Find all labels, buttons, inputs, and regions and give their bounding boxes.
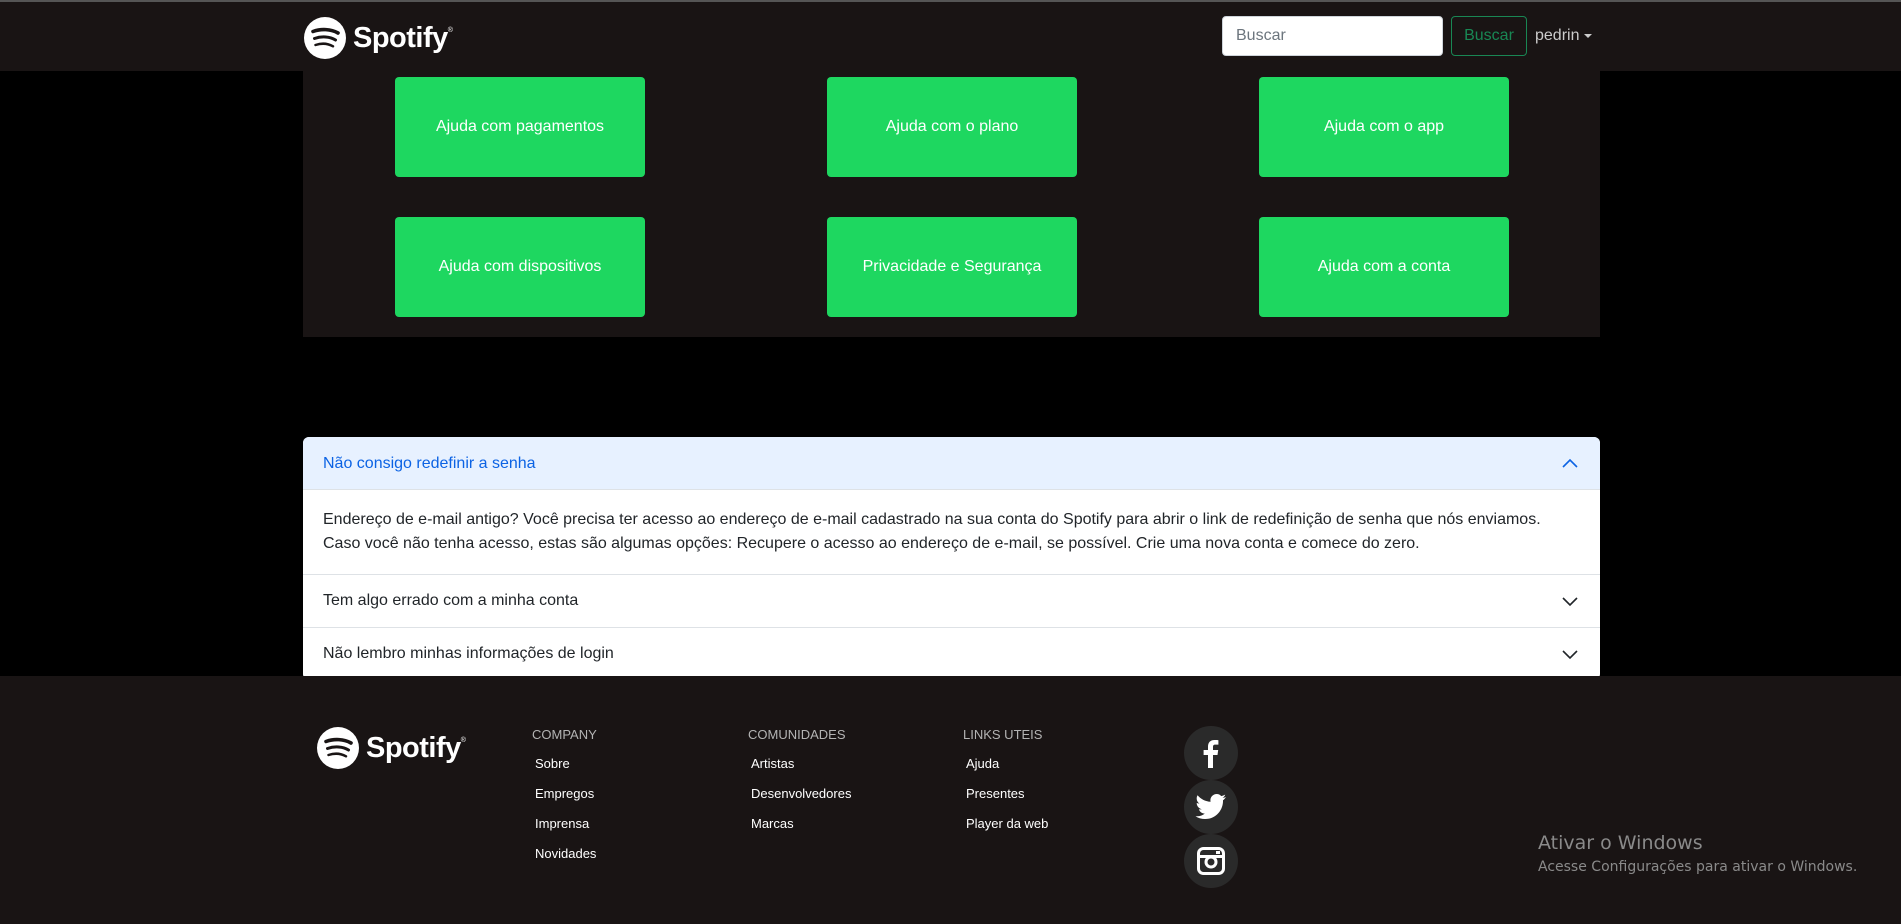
footer-link-imprensa[interactable]: Imprensa — [535, 816, 597, 846]
faq-accordion: Não consigo redefinir a senha Endereço d… — [303, 437, 1600, 680]
footer-column-company: COMPANY Sobre Empregos Imprensa Novidade… — [532, 727, 597, 876]
brand-name: Spotify® — [353, 21, 453, 54]
chevron-up-icon — [1562, 458, 1578, 468]
caret-down-icon — [1584, 34, 1593, 38]
faq-item: Não consigo redefinir a senha Endereço d… — [303, 437, 1600, 574]
faq-question: Tem algo errado com a minha conta — [323, 592, 579, 609]
faq-header-login[interactable]: Não lembro minhas informações de login — [303, 627, 1600, 680]
chevron-down-icon — [1562, 597, 1578, 607]
footer-column-comunidades: COMUNIDADES Artistas Desenvolvedores Mar… — [748, 727, 851, 846]
twitter-button[interactable] — [1184, 780, 1238, 834]
navbar: Spotify® Buscar pedrin — [0, 0, 1901, 71]
footer-link-ajuda[interactable]: Ajuda — [966, 756, 1048, 786]
facebook-button[interactable] — [1184, 726, 1238, 780]
spotify-logo[interactable]: Spotify® — [303, 16, 453, 60]
footer-spotify-logo[interactable]: Spotify® — [316, 726, 466, 770]
footer-link-marcas[interactable]: Marcas — [751, 816, 851, 846]
footer: Spotify® COMPANY Sobre Empregos Imprensa… — [0, 676, 1901, 924]
spotify-logo-icon — [304, 17, 346, 59]
watermark-subtitle: Acesse Configurações para ativar o Windo… — [1538, 859, 1858, 875]
facebook-icon — [1203, 740, 1219, 768]
footer-link-artistas[interactable]: Artistas — [751, 756, 851, 786]
footer-link-empregos[interactable]: Empregos — [535, 786, 597, 816]
faq-answer: Endereço de e-mail antigo? Você precisa … — [323, 511, 1541, 552]
help-topics-panel: Ajuda com pagamentos Ajuda com o plano A… — [303, 71, 1600, 337]
twitter-icon — [1195, 794, 1226, 819]
footer-column-links-uteis: LINKS UTEIS Ajuda Presentes Player da we… — [963, 727, 1048, 846]
footer-heading: LINKS UTEIS — [963, 727, 1043, 742]
faq-item: Tem algo errado com a minha conta — [303, 574, 1600, 627]
footer-link-sobre[interactable]: Sobre — [535, 756, 597, 786]
spotify-logo-icon — [317, 727, 359, 769]
chevron-down-icon — [1562, 650, 1578, 660]
faq-item: Não lembro minhas informações de login — [303, 627, 1600, 680]
help-card-plano[interactable]: Ajuda com o plano — [827, 77, 1077, 177]
footer-heading: COMPANY — [532, 727, 597, 742]
footer-link-desenvolvedores[interactable]: Desenvolvedores — [751, 786, 851, 816]
footer-heading: COMUNIDADES — [748, 727, 846, 742]
faq-header-conta[interactable]: Tem algo errado com a minha conta — [303, 574, 1600, 627]
user-dropdown[interactable]: pedrin — [1535, 27, 1593, 45]
help-card-privacidade[interactable]: Privacidade e Segurança — [827, 217, 1077, 317]
footer-link-novidades[interactable]: Novidades — [535, 846, 597, 876]
faq-question: Não lembro minhas informações de login — [323, 645, 614, 662]
watermark-title: Ativar o Windows — [1538, 832, 1703, 854]
footer-link-player[interactable]: Player da web — [966, 816, 1048, 846]
faq-question: Não consigo redefinir a senha — [323, 454, 536, 472]
instagram-icon — [1197, 847, 1225, 875]
search-input[interactable] — [1222, 16, 1443, 56]
help-card-dispositivos[interactable]: Ajuda com dispositivos — [395, 217, 645, 317]
help-card-app[interactable]: Ajuda com o app — [1259, 77, 1509, 177]
faq-header-senha[interactable]: Não consigo redefinir a senha — [303, 437, 1600, 490]
footer-brand-name: Spotify® — [366, 731, 466, 764]
instagram-button[interactable] — [1184, 834, 1238, 888]
windows-activation-watermark: Ativar o Windows Acesse Configurações pa… — [1538, 832, 1857, 875]
help-card-pagamentos[interactable]: Ajuda com pagamentos — [395, 77, 645, 177]
footer-link-presentes[interactable]: Presentes — [966, 786, 1048, 816]
user-name: pedrin — [1535, 27, 1580, 44]
search-button[interactable]: Buscar — [1451, 16, 1527, 56]
help-card-conta[interactable]: Ajuda com a conta — [1259, 217, 1509, 317]
